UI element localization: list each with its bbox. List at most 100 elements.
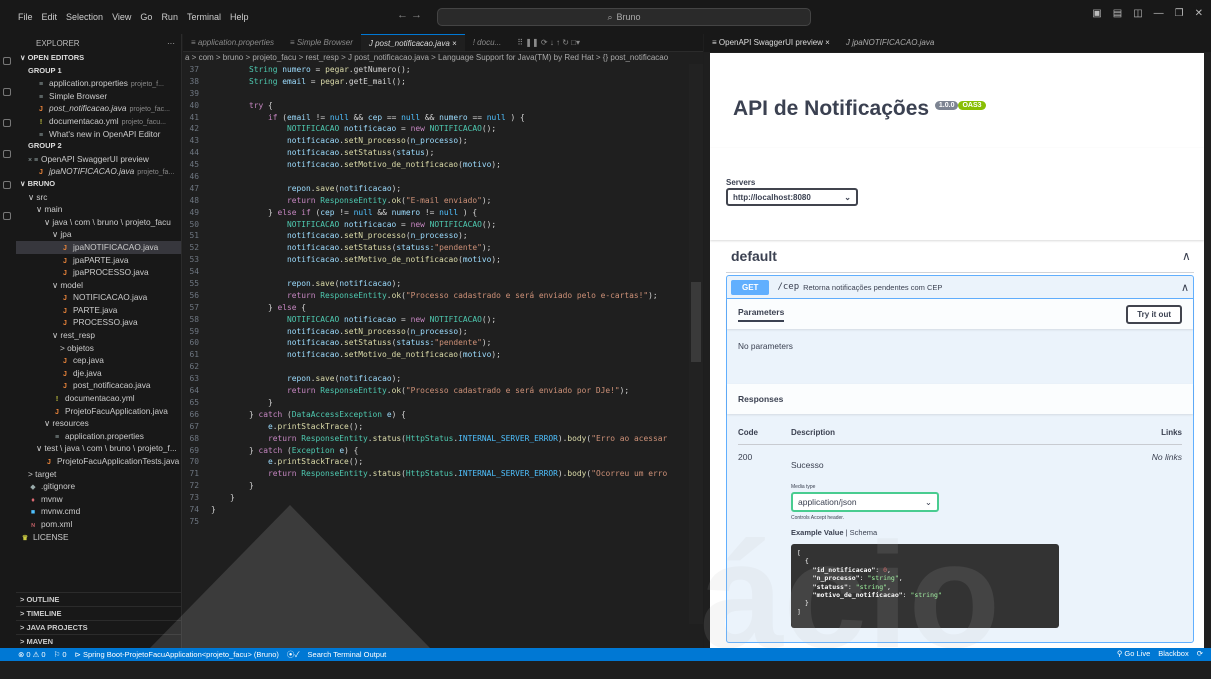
status-item[interactable]: ⊗ 0 ⚠ 0 <box>18 650 46 659</box>
tree-item[interactable]: JjpaPARTE.java <box>16 254 181 267</box>
code-token: setStatuss <box>344 148 392 157</box>
run-icon[interactable] <box>3 150 11 158</box>
more-icon[interactable]: ··· <box>167 39 175 48</box>
tree-item[interactable]: JPARTE.java <box>16 304 181 317</box>
tree-item[interactable]: ≡application.properties <box>16 430 181 443</box>
editor-tab[interactable]: J post_notificacao.java × <box>361 34 465 52</box>
menu-item-view[interactable]: View <box>112 12 131 22</box>
server-select[interactable]: http://localhost:8080⌄ <box>726 188 858 206</box>
close-button[interactable]: ✕ <box>1195 8 1203 19</box>
tree-item[interactable]: ■mvnw.cmd <box>16 505 181 518</box>
code-area[interactable]: 37 String numero = pegar.getNumero();38 … <box>183 64 703 528</box>
code-token <box>211 231 287 240</box>
tree-item-label: application.properties <box>65 431 144 441</box>
tree-item[interactable]: Jcep.java <box>16 354 181 367</box>
tree-item[interactable]: JPROCESSO.java <box>16 316 181 329</box>
tree-item[interactable]: ≡What's new in OpenAPI Editor <box>16 128 181 141</box>
panel-header[interactable]: > TIMELINE <box>16 606 182 620</box>
code-text: notificacao.setMotivo_de_notificacao(mot… <box>211 159 501 171</box>
layout-icon[interactable]: ▤ <box>1113 8 1122 19</box>
tree-item[interactable]: ◆.gitignore <box>16 480 181 493</box>
extensions-icon[interactable] <box>3 181 11 189</box>
tree-item[interactable]: ♛LICENSE <box>16 531 181 544</box>
schema-tab[interactable]: Schema <box>850 528 878 537</box>
tree-item[interactable]: !documentacao.yml <box>16 392 181 405</box>
search-icon[interactable] <box>3 88 11 96</box>
operation-summary[interactable]: GET /cep Retorna notificações pendentes … <box>727 276 1193 299</box>
tree-item[interactable]: Jdje.java <box>16 367 181 380</box>
tree-item[interactable]: Jpost_notificacao.java <box>16 379 181 392</box>
breadcrumb[interactable]: a > com > bruno > projeto_facu > rest_re… <box>183 52 703 64</box>
panel-header[interactable]: > MAVEN <box>16 634 182 648</box>
tree-item-path: projeto_fac... <box>130 106 170 113</box>
section-header[interactable]: ∨ BRUNO <box>16 178 181 191</box>
menu-item-terminal[interactable]: Terminal <box>187 12 221 22</box>
status-item[interactable]: ⟳ <box>1197 649 1203 658</box>
menu-item-edit[interactable]: Edit <box>42 12 58 22</box>
status-item[interactable]: ⊳ Spring Boot-ProjetoFacuApplication<pro… <box>75 650 279 659</box>
tree-item[interactable]: JjpaNOTIFICACAO.java <box>16 241 181 254</box>
panel-header[interactable]: > OUTLINE <box>16 592 182 606</box>
tab-jpa-notificacao[interactable]: J jpaNOTIFICACAO.java <box>838 34 942 52</box>
section-header[interactable]: GROUP 2 <box>16 140 181 153</box>
tree-item[interactable]: JjpaPROCESSO.java <box>16 266 181 279</box>
tree-item[interactable]: ∨ java \ com \ bruno \ projeto_facu <box>16 216 181 229</box>
remote-icon[interactable] <box>3 212 11 220</box>
status-item[interactable]: Search Terminal Output <box>308 650 387 659</box>
status-item[interactable]: Blackbox <box>1158 649 1188 658</box>
tree-item[interactable]: ∨ test \ java \ com \ bruno \ projeto_f.… <box>16 442 181 455</box>
tab-toolbar[interactable]: ⠿ ❚❚ ⟳ ↓ ↑ ↻ □▾ <box>509 34 588 52</box>
tree-item[interactable]: ∨ src <box>16 191 181 204</box>
layout-icon[interactable]: ◫ <box>1133 8 1142 19</box>
tree-item[interactable]: ≡application.propertiesprojeto_f... <box>16 77 181 90</box>
tree-item[interactable]: JProjetoFacuApplication.java <box>16 405 181 418</box>
panel-header[interactable]: > JAVA PROJECTS <box>16 620 182 634</box>
menu-item-go[interactable]: Go <box>140 12 152 22</box>
tree-item[interactable]: !documentacao.ymlprojeto_facu... <box>16 115 181 128</box>
command-center-search[interactable]: ⌕Bruno <box>437 8 811 26</box>
editor-tab[interactable]: ≡ Simple Browser <box>282 34 361 52</box>
minimap-slider[interactable] <box>691 282 701 362</box>
layout-icon[interactable]: ▣ <box>1092 8 1101 19</box>
maximize-button[interactable]: ❐ <box>1175 8 1184 19</box>
tree-item[interactable]: Jpost_notificacao.javaprojeto_fac... <box>16 102 181 115</box>
tree-item[interactable]: JNOTIFICACAO.java <box>16 291 181 304</box>
tree-item[interactable]: ∨ rest_resp <box>16 329 181 342</box>
explorer-icon[interactable] <box>3 57 11 65</box>
tree-item[interactable]: > objetos <box>16 342 181 355</box>
try-it-out-button[interactable]: Try it out <box>1126 305 1182 324</box>
line-number: 72 <box>183 480 211 492</box>
minimap[interactable] <box>689 64 703 624</box>
tree-item[interactable]: JjpaNOTIFICACAO.javaprojeto_fa... <box>16 165 181 178</box>
example-value-tab[interactable]: Example Value <box>791 528 844 537</box>
chevron-up-icon[interactable]: ∧ <box>1181 281 1189 294</box>
section-header[interactable]: GROUP 1 <box>16 65 181 78</box>
menu-item-file[interactable]: File <box>18 12 33 22</box>
tree-item[interactable]: ≡Simple Browser <box>16 90 181 103</box>
editor-tab[interactable]: ! docu... <box>465 34 509 52</box>
tree-item[interactable]: ɴpom.xml <box>16 518 181 531</box>
status-item[interactable]: ⚲ Go Live <box>1117 649 1150 658</box>
menu-item-run[interactable]: Run <box>161 12 178 22</box>
menu-item-selection[interactable]: Selection <box>66 12 103 22</box>
media-type-select[interactable]: application/json⌄ <box>791 492 939 512</box>
tree-item[interactable]: ∨ jpa <box>16 228 181 241</box>
tag-default[interactable]: default <box>731 248 777 264</box>
status-item[interactable]: ⚐ 0 <box>54 650 67 659</box>
tree-item[interactable]: ♦mvnw <box>16 493 181 506</box>
editor-tab[interactable]: ≡ application.properties <box>183 34 282 52</box>
tree-item[interactable]: ∨ resources <box>16 417 181 430</box>
section-header[interactable]: ∨ OPEN EDITORS <box>16 52 181 65</box>
tree-item[interactable]: JProjetoFacuApplicationTests.java <box>16 455 181 468</box>
tab-swagger-preview[interactable]: ≡ OpenAPI SwaggerUI preview × <box>704 34 838 52</box>
minimize-button[interactable]: — <box>1154 8 1164 19</box>
chevron-up-icon[interactable]: ∧ <box>1182 249 1191 263</box>
tree-item[interactable]: × ≡OpenAPI SwaggerUI preview <box>16 153 181 166</box>
menu-item-help[interactable]: Help <box>230 12 249 22</box>
nav-arrows[interactable]: ← → <box>397 9 422 21</box>
status-item[interactable]: ⦿✓ <box>287 649 300 660</box>
source-control-icon[interactable] <box>3 119 11 127</box>
tree-item[interactable]: ∨ model <box>16 279 181 292</box>
tree-item[interactable]: > target <box>16 468 181 481</box>
tree-item[interactable]: ∨ main <box>16 203 181 216</box>
